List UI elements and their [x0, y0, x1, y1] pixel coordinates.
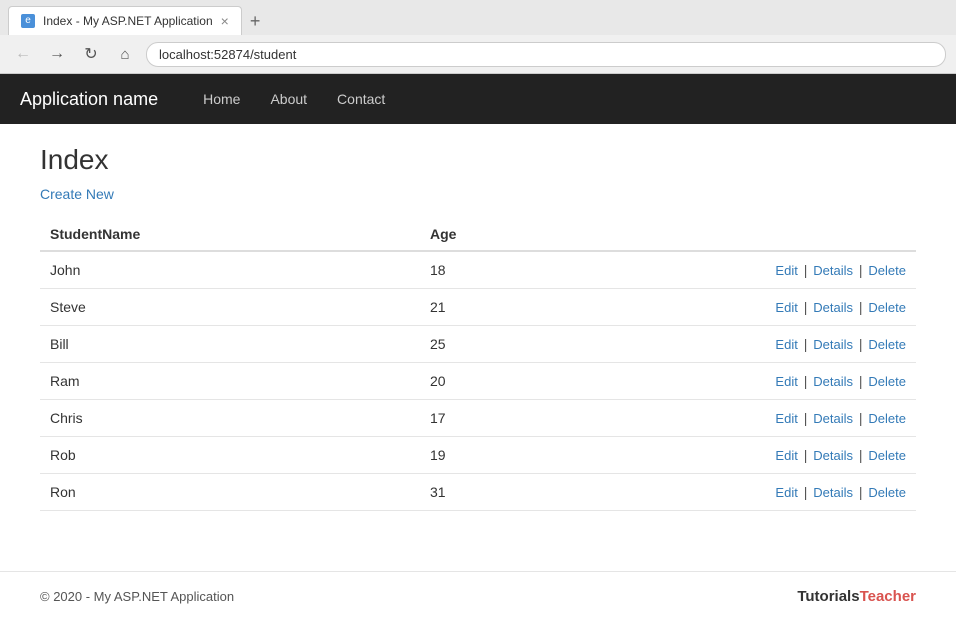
cell-student-age: 17: [420, 400, 570, 437]
separator: |: [855, 336, 866, 352]
footer-brand: TutorialsTeacher: [797, 588, 916, 605]
delete-link[interactable]: Delete: [868, 411, 906, 426]
cell-student-name: John: [40, 251, 420, 289]
separator: |: [800, 299, 811, 315]
cell-student-age: 18: [420, 251, 570, 289]
back-button[interactable]: ←: [10, 41, 36, 67]
cell-actions: Edit | Details | Delete: [570, 289, 916, 326]
table-body: John18Edit | Details | DeleteSteve21Edit…: [40, 251, 916, 511]
separator: |: [855, 299, 866, 315]
tab-favicon: e: [21, 14, 35, 28]
tab-title: Index - My ASP.NET Application: [43, 14, 213, 28]
delete-link[interactable]: Delete: [868, 374, 906, 389]
cell-student-name: Rob: [40, 437, 420, 474]
separator: |: [800, 484, 811, 500]
cell-actions: Edit | Details | Delete: [570, 251, 916, 289]
separator: |: [855, 447, 866, 463]
delete-link[interactable]: Delete: [868, 263, 906, 278]
cell-student-name: Steve: [40, 289, 420, 326]
students-table: StudentName Age John18Edit | Details | D…: [40, 218, 916, 511]
footer-brand-part1: Tutorials: [797, 588, 859, 605]
navbar-brand[interactable]: Application name: [20, 89, 158, 110]
cell-actions: Edit | Details | Delete: [570, 326, 916, 363]
edit-link[interactable]: Edit: [775, 300, 797, 315]
details-link[interactable]: Details: [813, 411, 853, 426]
footer-copyright: © 2020 - My ASP.NET Application: [40, 589, 234, 604]
separator: |: [800, 447, 811, 463]
cell-student-age: 25: [420, 326, 570, 363]
nav-item-contact: Contact: [322, 77, 400, 121]
separator: |: [800, 262, 811, 278]
details-link[interactable]: Details: [813, 485, 853, 500]
forward-button[interactable]: →: [44, 41, 70, 67]
cell-student-name: Chris: [40, 400, 420, 437]
separator: |: [800, 410, 811, 426]
table-row: Steve21Edit | Details | Delete: [40, 289, 916, 326]
edit-link[interactable]: Edit: [775, 411, 797, 426]
nav-item-about: About: [255, 77, 322, 121]
delete-link[interactable]: Delete: [868, 300, 906, 315]
table-row: Chris17Edit | Details | Delete: [40, 400, 916, 437]
address-bar: ← → ↻ ⌂: [0, 35, 956, 73]
col-header-age: Age: [420, 218, 570, 251]
details-link[interactable]: Details: [813, 263, 853, 278]
separator: |: [855, 410, 866, 426]
details-link[interactable]: Details: [813, 448, 853, 463]
table-row: Ram20Edit | Details | Delete: [40, 363, 916, 400]
cell-actions: Edit | Details | Delete: [570, 363, 916, 400]
cell-actions: Edit | Details | Delete: [570, 474, 916, 511]
tab-bar: e Index - My ASP.NET Application × +: [0, 0, 956, 35]
table-row: John18Edit | Details | Delete: [40, 251, 916, 289]
table-row: Bill25Edit | Details | Delete: [40, 326, 916, 363]
cell-student-name: Ram: [40, 363, 420, 400]
col-header-name: StudentName: [40, 218, 420, 251]
cell-student-age: 19: [420, 437, 570, 474]
new-tab-button[interactable]: +: [242, 12, 269, 30]
home-button[interactable]: ⌂: [112, 41, 138, 67]
edit-link[interactable]: Edit: [775, 374, 797, 389]
nav-link-about[interactable]: About: [255, 77, 322, 121]
details-link[interactable]: Details: [813, 300, 853, 315]
cell-actions: Edit | Details | Delete: [570, 437, 916, 474]
separator: |: [800, 336, 811, 352]
separator: |: [855, 262, 866, 278]
edit-link[interactable]: Edit: [775, 337, 797, 352]
details-link[interactable]: Details: [813, 374, 853, 389]
footer-brand-part2: Teacher: [860, 588, 916, 605]
delete-link[interactable]: Delete: [868, 337, 906, 352]
url-input[interactable]: [146, 42, 946, 67]
footer: © 2020 - My ASP.NET Application Tutorial…: [0, 571, 956, 621]
edit-link[interactable]: Edit: [775, 448, 797, 463]
navbar: Application name Home About Contact: [0, 74, 956, 124]
main-content: Index Create New StudentName Age John18E…: [0, 124, 956, 531]
cell-student-age: 21: [420, 289, 570, 326]
separator: |: [855, 484, 866, 500]
edit-link[interactable]: Edit: [775, 263, 797, 278]
separator: |: [855, 373, 866, 389]
cell-student-age: 20: [420, 363, 570, 400]
tab-close-button[interactable]: ×: [221, 13, 229, 29]
cell-actions: Edit | Details | Delete: [570, 400, 916, 437]
nav-link-contact[interactable]: Contact: [322, 77, 400, 121]
nav-item-home: Home: [188, 77, 255, 121]
details-link[interactable]: Details: [813, 337, 853, 352]
separator: |: [800, 373, 811, 389]
nav-link-home[interactable]: Home: [188, 77, 255, 121]
create-new-link[interactable]: Create New: [40, 186, 114, 202]
delete-link[interactable]: Delete: [868, 485, 906, 500]
browser-chrome: e Index - My ASP.NET Application × + ← →…: [0, 0, 956, 74]
page-title: Index: [40, 144, 916, 176]
cell-student-age: 31: [420, 474, 570, 511]
cell-student-name: Ron: [40, 474, 420, 511]
reload-button[interactable]: ↻: [78, 41, 104, 67]
delete-link[interactable]: Delete: [868, 448, 906, 463]
cell-student-name: Bill: [40, 326, 420, 363]
table-header: StudentName Age: [40, 218, 916, 251]
navbar-nav: Home About Contact: [188, 77, 400, 121]
edit-link[interactable]: Edit: [775, 485, 797, 500]
col-header-actions: [570, 218, 916, 251]
table-row: Rob19Edit | Details | Delete: [40, 437, 916, 474]
table-row: Ron31Edit | Details | Delete: [40, 474, 916, 511]
browser-tab[interactable]: e Index - My ASP.NET Application ×: [8, 6, 242, 35]
